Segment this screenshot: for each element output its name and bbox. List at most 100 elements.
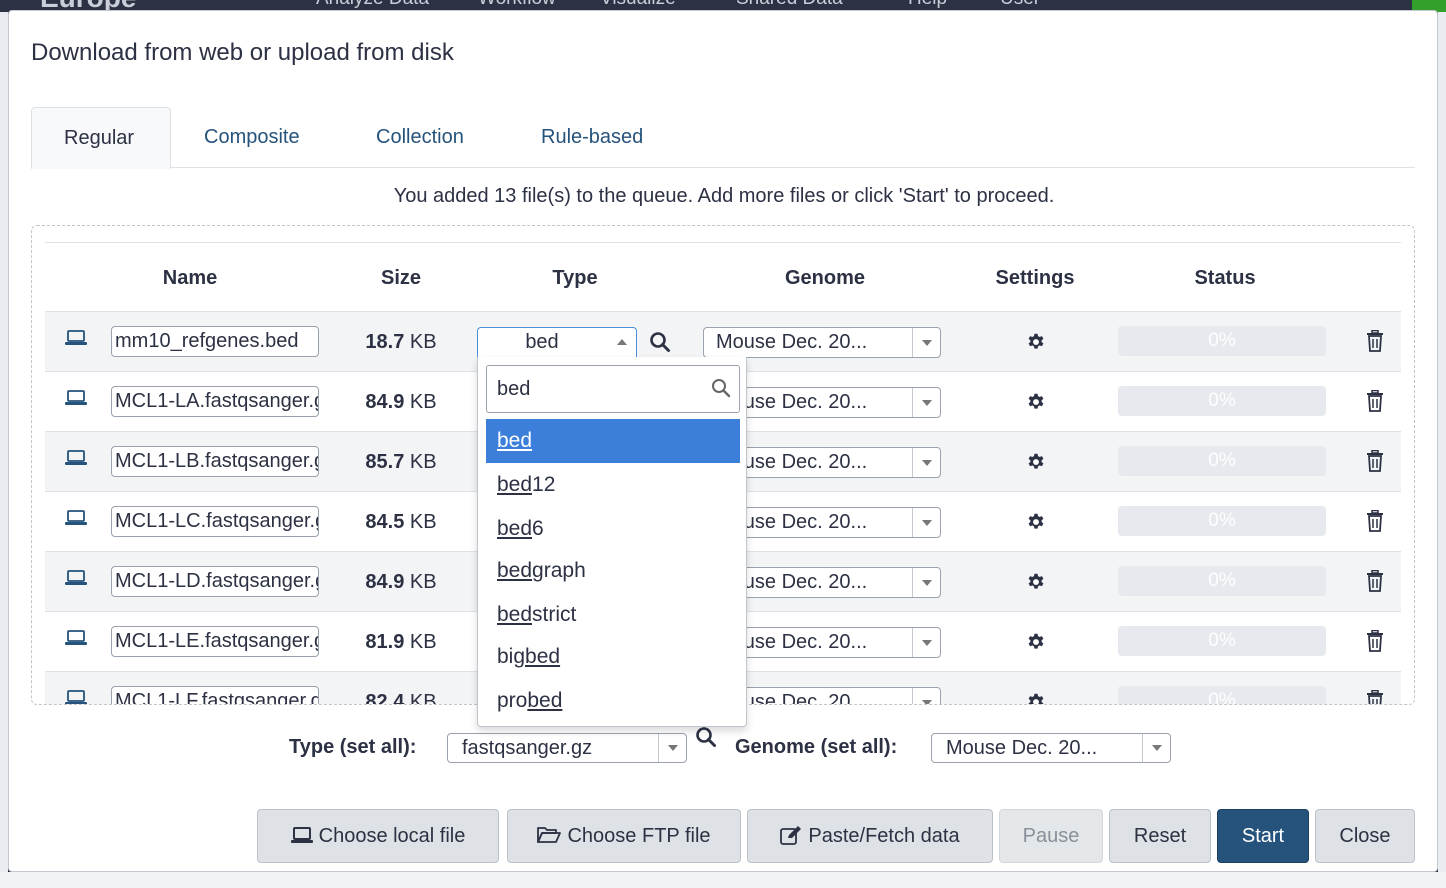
file-size-value: 84.9 [365,391,405,413]
background-bottom [0,872,1446,888]
reset-button[interactable]: Reset [1109,809,1211,863]
upload-tabs: Regular Composite Collection Rule-based [31,107,1415,169]
gear-icon[interactable] [1025,631,1047,653]
file-size-value: 82.4 [365,691,405,705]
upload-modal: Download from web or upload from disk Re… [8,10,1438,872]
gear-icon[interactable] [1025,391,1047,413]
search-icon[interactable] [695,726,717,748]
file-name-input[interactable]: MCL1-LA.fastqsanger.gz [111,386,319,417]
header-genome: Genome [784,267,866,289]
start-button[interactable]: Start [1217,809,1309,863]
file-size-value: 85.7 [365,451,405,473]
upload-progress: 0% [1118,686,1326,704]
laptop-icon [290,826,313,843]
pause-button[interactable]: Pause [999,809,1103,863]
file-size-value: 84.9 [365,571,405,593]
file-size-unit: KB [409,571,437,593]
header-status: Status [1194,267,1256,289]
file-name-input[interactable]: MCL1-LE.fastqsanger.gz [111,626,319,657]
upload-progress: 0% [1118,326,1326,356]
chevron-up-icon [617,339,627,345]
edit-icon [780,825,802,845]
file-name-input[interactable]: MCL1-LD.fastqsanger.gz [111,566,319,597]
header-settings: Settings [995,267,1075,289]
type-search-value: bed [497,378,531,400]
type-option[interactable]: bed12 [486,463,740,507]
type-option-prefix: big [497,645,526,668]
type-select-value: bed [525,331,559,353]
type-option[interactable]: bedstrict [486,593,740,637]
type-set-all-select[interactable]: fastqsanger.gz [447,733,687,763]
laptop-icon [65,570,87,585]
type-option[interactable]: bigbed [486,635,740,679]
type-option[interactable]: bed6 [486,507,740,551]
file-size: 18.7 KB [341,312,461,372]
gear-icon[interactable] [1025,451,1047,473]
trash-icon[interactable] [1365,690,1385,705]
file-name-input[interactable]: MCL1-LF.fastqsanger.gz [111,686,319,704]
file-size-unit: KB [409,511,437,533]
choose-ftp-file-label: Choose FTP file [567,825,711,847]
type-option[interactable]: bed [486,419,740,463]
trash-icon[interactable] [1365,570,1385,592]
file-name-input[interactable]: MCL1-LB.fastqsanger.gz [111,446,319,477]
upload-progress: 0% [1118,566,1326,596]
choose-ftp-file-button[interactable]: Choose FTP file [507,809,741,863]
paste-fetch-data-button[interactable]: Paste/Fetch data [747,809,993,863]
trash-icon[interactable] [1365,390,1385,412]
chevron-down-icon [912,688,940,704]
file-size-unit: KB [409,631,437,653]
type-option-match: bed [525,645,561,668]
trash-icon[interactable] [1365,510,1385,532]
choose-local-file-button[interactable]: Choose local file [257,809,499,863]
file-size: 84.9 KB [341,552,461,612]
trash-icon[interactable] [1365,330,1385,352]
type-option-match: bed [497,603,533,626]
tab-composite[interactable]: Composite [172,107,332,168]
header-type: Type [552,267,598,289]
laptop-icon [65,510,87,525]
chevron-down-icon [912,448,940,477]
file-size: 85.7 KB [341,432,461,492]
queue-message: You added 13 file(s) to the queue. Add m… [393,185,1055,207]
type-dropdown: bed bed bed12 bed6 bedgraph bedstrict bigbed p… [477,357,747,727]
tab-regular[interactable]: Regular [31,107,171,169]
file-size-value: 81.9 [365,631,405,653]
file-size-unit: KB [409,451,437,473]
tab-collection[interactable]: Collection [344,107,496,168]
folder-open-icon [537,826,562,843]
search-icon[interactable] [649,331,671,353]
chevron-down-icon [912,388,940,417]
genome-set-all-select[interactable]: Mouse Dec. 20... [931,733,1171,763]
type-search-input[interactable]: bed [486,365,740,413]
trash-icon[interactable] [1365,450,1385,472]
file-name-input[interactable]: mm10_refgenes.bed [111,326,319,357]
gear-icon[interactable] [1025,331,1047,353]
file-size: 81.9 KB [341,612,461,672]
file-name-input[interactable]: MCL1-LC.fastqsanger.gz [111,506,319,537]
file-size-unit: KB [409,331,437,353]
close-button[interactable]: Close [1315,809,1415,863]
type-option[interactable]: probed [486,679,740,723]
type-option[interactable]: bedgraph [486,549,740,593]
upload-progress: 0% [1118,386,1326,416]
type-option-suffix: strict [532,603,577,626]
file-size: 82.4 KB [341,672,461,705]
tab-rule-based[interactable]: Rule-based [509,107,675,168]
type-option-match: bed [497,429,533,452]
background-nav-help: Help [908,0,947,10]
type-option-suffix: 12 [532,473,556,496]
laptop-icon [65,690,87,704]
file-size-value: 18.7 [365,331,405,353]
trash-icon[interactable] [1365,630,1385,652]
upload-progress: 0% [1118,446,1326,476]
type-set-all-label: Type (set all): [289,736,417,758]
background-nav-visualize: Visualize [600,0,676,10]
gear-icon[interactable] [1025,571,1047,593]
type-select[interactable]: bed [477,327,637,358]
laptop-icon [65,450,87,465]
gear-icon[interactable] [1025,691,1047,705]
genome-set-all-label: Genome (set all): [735,736,898,758]
gear-icon[interactable] [1025,511,1047,533]
genome-select[interactable]: Mouse Dec. 20... [703,327,941,358]
